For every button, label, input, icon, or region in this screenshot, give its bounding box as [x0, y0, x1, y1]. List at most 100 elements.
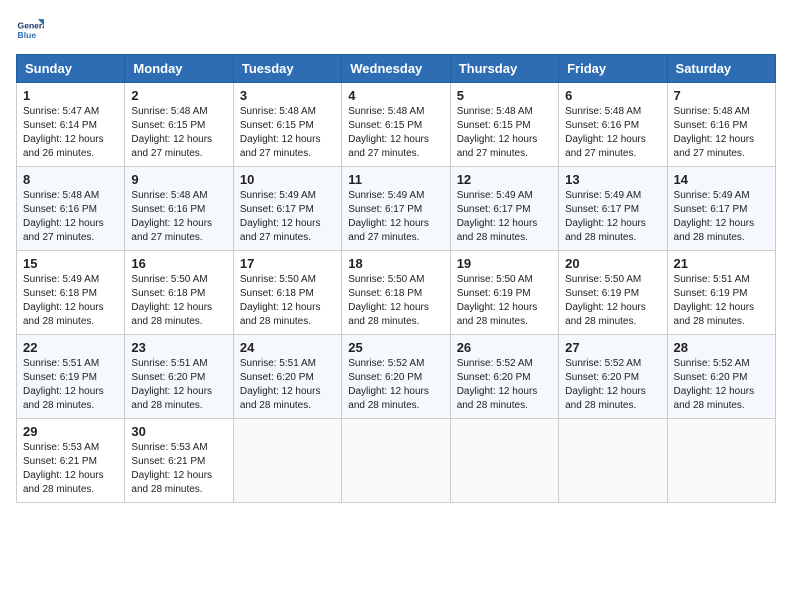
logo-icon: General Blue [16, 16, 44, 44]
weekday-header-monday: Monday [125, 55, 233, 83]
calendar-cell [233, 419, 341, 503]
calendar-cell: 24 Sunrise: 5:51 AMSunset: 6:20 PMDayligh… [233, 335, 341, 419]
day-number: 26 [457, 340, 552, 355]
day-info: Sunrise: 5:48 AMSunset: 6:16 PMDaylight:… [131, 189, 226, 245]
day-info: Sunrise: 5:48 AMSunset: 6:16 PMDaylight:… [565, 105, 660, 161]
day-number: 13 [565, 172, 660, 187]
day-number: 22 [23, 340, 118, 355]
day-info: Sunrise: 5:48 AMSunset: 6:15 PMDaylight:… [348, 105, 443, 161]
calendar-week-row: 1Sunrise: 5:47 AMSunset: 6:14 PMDaylight… [17, 83, 776, 167]
calendar-cell: 17 Sunrise: 5:50 AMSunset: 6:18 PMDayligh… [233, 251, 341, 335]
day-number: 11 [348, 172, 443, 187]
calendar-cell: 11 Sunrise: 5:49 AMSunset: 6:17 PMDayligh… [342, 167, 450, 251]
day-number: 3 [240, 88, 335, 103]
day-info: Sunrise: 5:50 AMSunset: 6:19 PMDaylight:… [565, 273, 660, 329]
calendar-week-row: 22Sunrise: 5:51 AMSunset: 6:19 PMDayligh… [17, 335, 776, 419]
calendar-cell: 25 Sunrise: 5:52 AMSunset: 6:20 PMDayligh… [342, 335, 450, 419]
day-number: 2 [131, 88, 226, 103]
day-info: Sunrise: 5:49 AMSunset: 6:17 PMDaylight:… [348, 189, 443, 245]
day-info: Sunrise: 5:53 AMSunset: 6:21 PMDaylight:… [131, 441, 226, 497]
calendar-cell: 20 Sunrise: 5:50 AMSunset: 6:19 PMDayligh… [559, 251, 667, 335]
calendar-cell: 29 Sunrise: 5:53 AMSunset: 6:21 PMDayligh… [17, 419, 125, 503]
calendar-cell: 18 Sunrise: 5:50 AMSunset: 6:18 PMDayligh… [342, 251, 450, 335]
calendar-cell: 28 Sunrise: 5:52 AMSunset: 6:20 PMDayligh… [667, 335, 775, 419]
day-number: 8 [23, 172, 118, 187]
weekday-header-wednesday: Wednesday [342, 55, 450, 83]
calendar-cell: 14Sunrise: 5:49 AMSunset: 6:17 PMDayligh… [667, 167, 775, 251]
weekday-header-thursday: Thursday [450, 55, 558, 83]
calendar-cell: 3Sunrise: 5:48 AMSunset: 6:15 PMDaylight… [233, 83, 341, 167]
calendar-cell: 30 Sunrise: 5:53 AMSunset: 6:21 PMDayligh… [125, 419, 233, 503]
day-number: 24 [240, 340, 335, 355]
day-info: Sunrise: 5:50 AMSunset: 6:18 PMDaylight:… [131, 273, 226, 329]
calendar-cell: 27 Sunrise: 5:52 AMSunset: 6:20 PMDayligh… [559, 335, 667, 419]
calendar-cell [450, 419, 558, 503]
day-number: 10 [240, 172, 335, 187]
day-number: 5 [457, 88, 552, 103]
calendar-body: 1Sunrise: 5:47 AMSunset: 6:14 PMDaylight… [17, 83, 776, 503]
day-info: Sunrise: 5:52 AMSunset: 6:20 PMDaylight:… [457, 357, 552, 413]
calendar-cell: 15 Sunrise: 5:49 AMSunset: 6:18 PMDayligh… [17, 251, 125, 335]
day-info: Sunrise: 5:52 AMSunset: 6:20 PMDaylight:… [674, 357, 769, 413]
calendar-cell: 8 Sunrise: 5:48 AMSunset: 6:16 PMDaylight… [17, 167, 125, 251]
page-header: General Blue [16, 16, 776, 44]
calendar-cell: 13 Sunrise: 5:49 AMSunset: 6:17 PMDayligh… [559, 167, 667, 251]
day-number: 27 [565, 340, 660, 355]
svg-text:General: General [18, 20, 44, 30]
day-info: Sunrise: 5:48 AMSunset: 6:15 PMDaylight:… [457, 105, 552, 161]
day-info: Sunrise: 5:50 AMSunset: 6:18 PMDaylight:… [348, 273, 443, 329]
day-info: Sunrise: 5:48 AMSunset: 6:15 PMDaylight:… [131, 105, 226, 161]
day-info: Sunrise: 5:51 AMSunset: 6:20 PMDaylight:… [131, 357, 226, 413]
calendar-header-row: SundayMondayTuesdayWednesdayThursdayFrid… [17, 55, 776, 83]
day-info: Sunrise: 5:49 AMSunset: 6:18 PMDaylight:… [23, 273, 118, 329]
day-info: Sunrise: 5:53 AMSunset: 6:21 PMDaylight:… [23, 441, 118, 497]
day-number: 4 [348, 88, 443, 103]
calendar-cell: 4 Sunrise: 5:48 AMSunset: 6:15 PMDaylight… [342, 83, 450, 167]
day-number: 18 [348, 256, 443, 271]
day-number: 25 [348, 340, 443, 355]
day-info: Sunrise: 5:51 AMSunset: 6:19 PMDaylight:… [674, 273, 769, 329]
calendar-cell: 10 Sunrise: 5:49 AMSunset: 6:17 PMDayligh… [233, 167, 341, 251]
calendar-cell: 26 Sunrise: 5:52 AMSunset: 6:20 PMDayligh… [450, 335, 558, 419]
calendar-cell: 1Sunrise: 5:47 AMSunset: 6:14 PMDaylight… [17, 83, 125, 167]
calendar-week-row: 29 Sunrise: 5:53 AMSunset: 6:21 PMDayligh… [17, 419, 776, 503]
day-info: Sunrise: 5:49 AMSunset: 6:17 PMDaylight:… [240, 189, 335, 245]
day-number: 29 [23, 424, 118, 439]
calendar-week-row: 15 Sunrise: 5:49 AMSunset: 6:18 PMDayligh… [17, 251, 776, 335]
calendar-cell: 7Sunrise: 5:48 AMSunset: 6:16 PMDaylight… [667, 83, 775, 167]
day-number: 30 [131, 424, 226, 439]
calendar-cell [667, 419, 775, 503]
weekday-header-saturday: Saturday [667, 55, 775, 83]
day-number: 20 [565, 256, 660, 271]
day-info: Sunrise: 5:48 AMSunset: 6:16 PMDaylight:… [23, 189, 118, 245]
day-number: 28 [674, 340, 769, 355]
day-info: Sunrise: 5:49 AMSunset: 6:17 PMDaylight:… [565, 189, 660, 245]
day-number: 19 [457, 256, 552, 271]
day-number: 9 [131, 172, 226, 187]
logo: General Blue [16, 16, 48, 44]
day-info: Sunrise: 5:52 AMSunset: 6:20 PMDaylight:… [348, 357, 443, 413]
calendar-cell: 22Sunrise: 5:51 AMSunset: 6:19 PMDayligh… [17, 335, 125, 419]
calendar-cell: 12Sunrise: 5:49 AMSunset: 6:17 PMDayligh… [450, 167, 558, 251]
day-number: 16 [131, 256, 226, 271]
calendar-cell: 19 Sunrise: 5:50 AMSunset: 6:19 PMDayligh… [450, 251, 558, 335]
day-info: Sunrise: 5:51 AMSunset: 6:20 PMDaylight:… [240, 357, 335, 413]
day-info: Sunrise: 5:50 AMSunset: 6:18 PMDaylight:… [240, 273, 335, 329]
calendar-cell: 6 Sunrise: 5:48 AMSunset: 6:16 PMDaylight… [559, 83, 667, 167]
day-info: Sunrise: 5:50 AMSunset: 6:19 PMDaylight:… [457, 273, 552, 329]
day-info: Sunrise: 5:48 AMSunset: 6:16 PMDaylight:… [674, 105, 769, 161]
calendar-cell [559, 419, 667, 503]
calendar-cell: 5 Sunrise: 5:48 AMSunset: 6:15 PMDaylight… [450, 83, 558, 167]
day-number: 6 [565, 88, 660, 103]
day-number: 12 [457, 172, 552, 187]
calendar-cell: 21Sunrise: 5:51 AMSunset: 6:19 PMDayligh… [667, 251, 775, 335]
calendar-cell: 9 Sunrise: 5:48 AMSunset: 6:16 PMDaylight… [125, 167, 233, 251]
day-info: Sunrise: 5:49 AMSunset: 6:17 PMDaylight:… [674, 189, 769, 245]
day-info: Sunrise: 5:47 AMSunset: 6:14 PMDaylight:… [23, 105, 118, 161]
day-number: 15 [23, 256, 118, 271]
calendar-cell: 23Sunrise: 5:51 AMSunset: 6:20 PMDayligh… [125, 335, 233, 419]
calendar-cell: 16 Sunrise: 5:50 AMSunset: 6:18 PMDayligh… [125, 251, 233, 335]
svg-text:Blue: Blue [18, 30, 37, 40]
day-number: 17 [240, 256, 335, 271]
day-info: Sunrise: 5:52 AMSunset: 6:20 PMDaylight:… [565, 357, 660, 413]
